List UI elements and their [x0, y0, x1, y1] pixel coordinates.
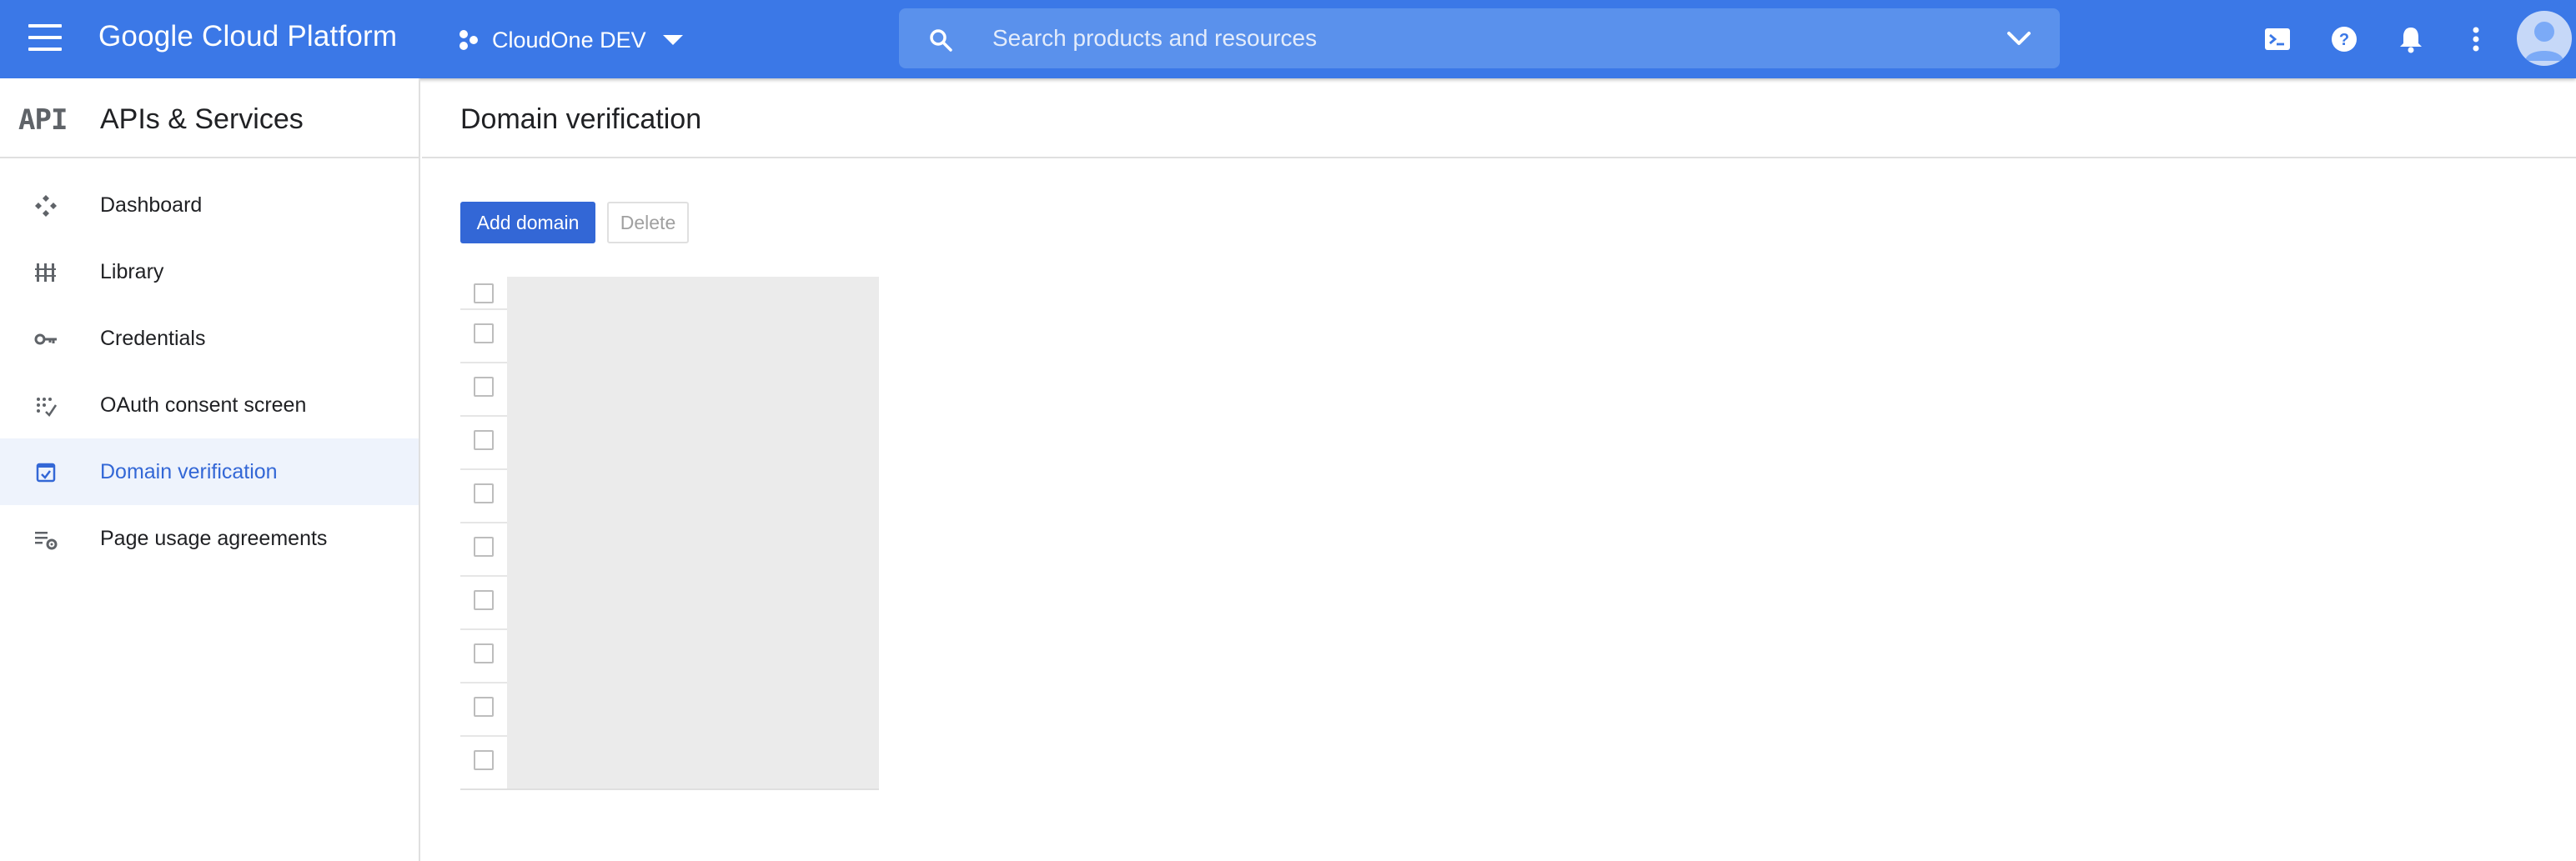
sidebar-item-label: OAuth consent screen — [100, 393, 307, 417]
svg-text:?: ? — [2339, 31, 2349, 49]
sidebar-item-label: Dashboard — [100, 193, 203, 217]
search-bar[interactable] — [899, 8, 2060, 68]
sidebar-item-label: Page usage agreements — [100, 526, 328, 550]
domain-verification-icon — [36, 463, 56, 483]
table-divider — [460, 788, 879, 790]
select-all-checkbox[interactable] — [474, 283, 494, 303]
account-avatar[interactable] — [2517, 11, 2572, 66]
sidebar-item-page-usage-agreements[interactable]: Page usage agreements — [0, 505, 419, 572]
library-icon — [35, 263, 56, 282]
brand-title[interactable]: Google Cloud Platform — [98, 20, 397, 53]
delete-button[interactable]: Delete — [607, 202, 689, 243]
page-header: Domain verification — [422, 78, 2576, 158]
table-row — [460, 417, 507, 470]
sidebar-header: API APIs & Services — [0, 78, 419, 158]
row-checkbox[interactable] — [474, 750, 494, 770]
sidebar: API APIs & Services Dashboard Library Cr… — [0, 78, 420, 861]
table-row — [460, 683, 507, 737]
menu-icon[interactable] — [28, 24, 62, 54]
checkbox-column — [460, 277, 507, 790]
sidebar-item-domain-verification[interactable]: Domain verification — [0, 438, 419, 505]
main-content: Domain verification Add domain Delete — [422, 78, 2576, 861]
top-app-bar: Google Cloud Platform CloudOne DEV ? — [0, 0, 2576, 78]
cloud-shell-icon[interactable] — [2262, 23, 2293, 55]
project-selector[interactable]: CloudOne DEV — [457, 23, 683, 57]
add-domain-button[interactable]: Add domain — [460, 202, 595, 243]
row-checkbox[interactable] — [474, 377, 494, 397]
oauth-consent-icon — [37, 398, 58, 417]
table-header-row — [460, 277, 507, 310]
row-checkbox[interactable] — [474, 643, 494, 663]
notifications-icon[interactable] — [2395, 23, 2427, 55]
sidebar-item-credentials[interactable]: Credentials — [0, 305, 419, 372]
sidebar-nav: Dashboard Library Credentials OAuth cons… — [0, 158, 419, 572]
table-row — [460, 737, 507, 788]
search-icon[interactable] — [929, 28, 952, 52]
table-row — [460, 310, 507, 363]
chevron-down-icon[interactable] — [2006, 30, 2031, 48]
sidebar-item-label: Domain verification — [100, 459, 278, 483]
row-checkbox[interactable] — [474, 483, 494, 503]
project-name: CloudOne DEV — [492, 27, 646, 53]
more-vert-icon[interactable] — [2460, 23, 2492, 55]
row-checkbox[interactable] — [474, 537, 494, 557]
search-input[interactable] — [992, 22, 1960, 55]
sidebar-item-oauth-consent-screen[interactable]: OAuth consent screen — [0, 372, 419, 438]
table-row — [460, 577, 507, 630]
sidebar-item-label: Credentials — [100, 326, 206, 350]
page-title: Domain verification — [460, 103, 702, 135]
sidebar-item-dashboard[interactable]: Dashboard — [0, 172, 419, 238]
row-checkbox[interactable] — [474, 323, 494, 343]
person-icon — [2525, 22, 2563, 61]
sidebar-item-library[interactable]: Library — [0, 238, 419, 305]
row-checkbox[interactable] — [474, 430, 494, 450]
chevron-down-icon — [662, 35, 683, 45]
project-icon — [459, 30, 478, 50]
sidebar-title: APIs & Services — [100, 103, 304, 135]
table-row — [460, 470, 507, 523]
row-checkbox[interactable] — [474, 697, 494, 717]
table-row — [460, 523, 507, 577]
api-logo: API — [18, 103, 68, 137]
row-checkbox[interactable] — [474, 590, 494, 610]
domain-table — [460, 277, 879, 790]
help-icon[interactable]: ? — [2328, 23, 2360, 55]
table-row — [460, 630, 507, 683]
page-usage-settings-icon — [35, 532, 58, 550]
table-row — [460, 363, 507, 417]
key-icon — [34, 333, 57, 345]
dashboard-icon — [35, 195, 57, 217]
sidebar-item-label: Library — [100, 259, 164, 283]
loading-placeholder — [507, 277, 879, 788]
